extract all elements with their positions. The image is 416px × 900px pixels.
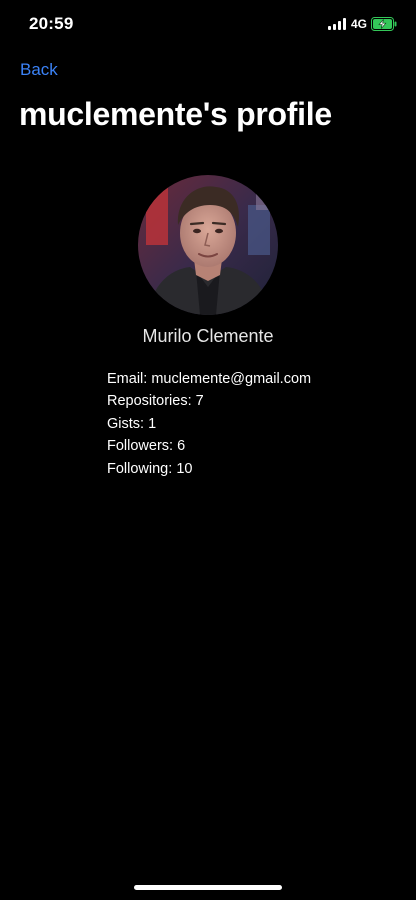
profile-stats: Email: muclemente@gmail.com Repositories… <box>107 368 407 480</box>
battery-charging-icon <box>371 17 397 31</box>
home-indicator[interactable] <box>134 885 282 890</box>
stat-followers-value: 6 <box>177 438 186 455</box>
stat-repositories: Repositories: 7 <box>107 393 204 410</box>
stat-email-value: muclemente@gmail.com <box>151 371 312 387</box>
stat-email: Email: muclemente@gmail.com <box>107 371 312 387</box>
network-type-label: 4G <box>351 17 368 31</box>
stat-repositories-label: Repositories <box>107 393 188 410</box>
stat-gists-label: Gists <box>107 415 141 432</box>
stat-gists: Gists: 1 <box>107 415 157 432</box>
stat-followers: Followers: 6 <box>107 438 186 455</box>
stat-following: Following: 10 <box>107 460 193 477</box>
stat-following-value: 10 <box>176 460 193 477</box>
stat-gists-value: 1 <box>148 415 157 432</box>
stat-repositories-value: 7 <box>195 393 204 410</box>
stat-followers-label: Followers <box>107 438 170 455</box>
cellular-signal-icon <box>328 18 346 30</box>
status-time: 20:59 <box>29 14 74 33</box>
back-button[interactable]: Back <box>20 60 58 80</box>
status-bar: 20:59 4G <box>0 0 416 50</box>
stat-following-label: Following <box>107 460 169 477</box>
avatar <box>138 175 278 315</box>
stat-email-label: Email <box>107 371 144 387</box>
profile-name: Murilo Clemente <box>142 326 274 346</box>
page-title: muclemente's profile <box>19 96 332 132</box>
profile-photo <box>138 175 278 315</box>
